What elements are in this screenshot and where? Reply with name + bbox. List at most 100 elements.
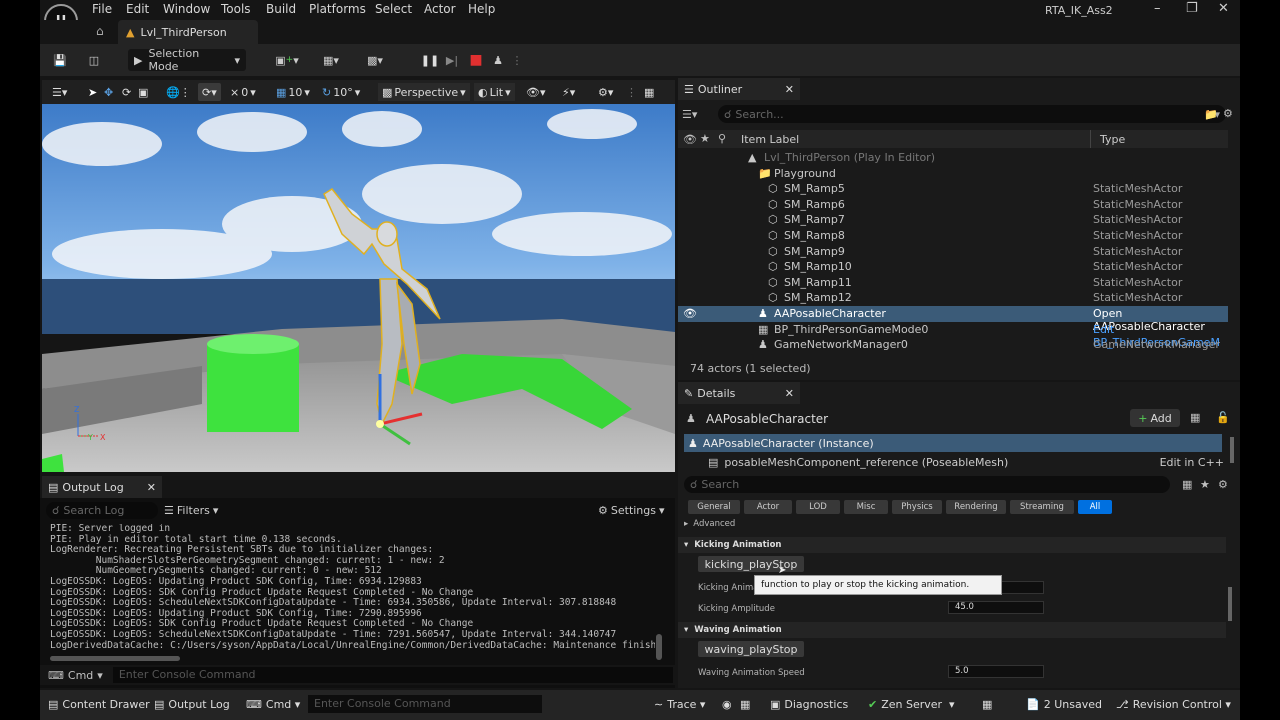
outliner-settings-icon[interactable]: ⚙ xyxy=(1223,107,1233,120)
content-drawer-button[interactable]: ▤ Content Drawer xyxy=(48,698,150,711)
tab-details[interactable]: ✎ Details ✕ xyxy=(678,382,800,404)
grid-snap-toggle[interactable]: ▦ 10 ▾ xyxy=(276,83,310,101)
outliner-row[interactable]: ⬡ SM_Ramp11 StaticMeshActor xyxy=(678,275,1228,291)
menu-actor[interactable]: Actor xyxy=(424,2,456,16)
blueprint-add-icon[interactable]: ▦ xyxy=(1190,411,1200,424)
log-cmd-dropdown[interactable]: Cmd xyxy=(68,669,93,682)
outliner-row[interactable]: ⬡ SM_Ramp5 StaticMeshActor xyxy=(678,181,1228,197)
camera-speed-toggle[interactable]: ⨯ 0 ▾ xyxy=(230,83,256,101)
viewport-options-icon[interactable]: ☰▾ xyxy=(52,83,67,101)
kicking-playstop-button[interactable]: kicking_playStop xyxy=(698,556,804,572)
log-vscrollbar[interactable] xyxy=(656,634,662,660)
tab-output-log[interactable]: ▤ Output Log ✕ xyxy=(42,476,162,498)
waving-category[interactable]: ▾ Waving Animation xyxy=(678,622,1226,638)
trace-dropdown[interactable]: ∼ Trace ▾ xyxy=(654,698,705,711)
outliner-row[interactable]: 👁 ♟ AAPosableCharacter Open AAPosableCharac… xyxy=(678,306,1228,333)
tab-outliner[interactable]: ☰ Outliner ✕ xyxy=(678,78,800,100)
filter-physics[interactable]: Physics xyxy=(892,500,942,514)
filter-general[interactable]: General xyxy=(688,500,740,514)
table-view-icon[interactable]: ▦ xyxy=(1182,478,1192,491)
viewport-more-icon[interactable]: ⋮ xyxy=(626,83,637,101)
menu-platforms[interactable]: Platforms xyxy=(309,2,366,16)
add-actor-icon[interactable]: ▣ + ▾ xyxy=(272,49,302,71)
log-settings-dropdown[interactable]: ⚙ Settings ▾ xyxy=(598,504,665,517)
waving-playstop-button[interactable]: waving_playStop xyxy=(698,641,804,657)
realtime-icon[interactable]: ⚡▾ xyxy=(562,83,575,101)
rotate-tool-icon[interactable]: ⟳ xyxy=(122,83,131,101)
lock-icon[interactable]: 🔓 xyxy=(1216,411,1230,424)
filter-lod[interactable]: LOD xyxy=(796,500,840,514)
details-settings-icon[interactable]: ⚙ xyxy=(1218,478,1228,491)
filter-rendering[interactable]: Rendering xyxy=(946,500,1006,514)
outliner-row[interactable]: ⬡ SM_Ramp8 StaticMeshActor xyxy=(678,228,1228,244)
selection-mode-dropdown[interactable]: ▶ Selection Mode ▾ xyxy=(128,47,246,73)
visibility-eye-icon[interactable]: 👁 xyxy=(683,307,697,320)
world-space-icon[interactable]: 🌐⋮ xyxy=(166,83,191,101)
save-icon[interactable]: 💾 xyxy=(50,49,70,71)
pin-col-icon[interactable]: ⚲ xyxy=(718,132,726,145)
favorite-col-icon[interactable]: ★ xyxy=(700,132,710,145)
show-flags-icon[interactable]: 👁▾ xyxy=(526,83,546,101)
outliner-row[interactable]: ⬡ SM_Ramp7 StaticMeshActor xyxy=(678,212,1228,228)
waving-speed-field[interactable]: 5.0 xyxy=(948,665,1044,678)
revision-control-dropdown[interactable]: ⎇ Revision Control ▾ xyxy=(1116,698,1231,711)
pause-icon[interactable]: ❚❚ xyxy=(421,49,439,71)
statusbar-console-input[interactable]: Enter Console Command xyxy=(308,695,542,713)
outliner-row[interactable]: ⬡ SM_Ramp10 StaticMeshActor xyxy=(678,259,1228,275)
close-window-icon[interactable]: ✕ xyxy=(1218,1,1229,16)
unsaved-button[interactable]: 📄 2 Unsaved xyxy=(1026,698,1102,711)
filter-streaming[interactable]: Streaming xyxy=(1010,500,1074,514)
content-browser-icon[interactable]: ◫ xyxy=(84,49,104,71)
edit-cpp-link[interactable]: Edit in C++ xyxy=(1160,456,1224,469)
details-scrollbar[interactable] xyxy=(1228,587,1232,621)
outliner-filter-icon[interactable]: ☰▾ xyxy=(682,108,697,121)
tab-level[interactable]: ▲ Lvl_ThirdPerson xyxy=(118,20,258,44)
select-tool-icon[interactable]: ➤ xyxy=(88,83,97,101)
outliner-row[interactable]: ⬡ SM_Ramp6 StaticMeshActor xyxy=(678,197,1228,213)
zen-server-dropdown[interactable]: ✔ Zen Server ▾ xyxy=(868,698,955,711)
stop-icon[interactable]: ■ xyxy=(468,49,484,71)
component-scrollbar[interactable] xyxy=(1230,437,1234,463)
maximize-icon[interactable]: ❐ xyxy=(1186,1,1198,16)
scale-tool-icon[interactable]: ▣ xyxy=(138,83,148,101)
add-folder-icon[interactable]: 📁 xyxy=(1204,108,1218,121)
close-tab-icon[interactable]: ✕ xyxy=(147,481,156,494)
outliner-row[interactable]: ▦ BP_ThirdPersonGameMode0 Edit BP_ThirdPer… xyxy=(678,322,1228,349)
close-tab-icon[interactable]: ✕ xyxy=(785,387,794,400)
surface-snap-icon[interactable]: ⟳▾ xyxy=(198,83,221,101)
record-icon[interactable]: ◉ xyxy=(722,698,732,711)
filters-dropdown[interactable]: ☰ Filters ▾ xyxy=(164,504,218,517)
filter-actor[interactable]: Actor xyxy=(744,500,792,514)
menu-edit[interactable]: Edit xyxy=(126,2,149,16)
close-tab-icon[interactable]: ✕ xyxy=(785,83,794,96)
menu-tools[interactable]: Tools xyxy=(221,2,251,16)
add-component-button[interactable]: + Add xyxy=(1130,409,1180,427)
filter-all[interactable]: All xyxy=(1078,500,1112,514)
menu-help[interactable]: Help xyxy=(468,2,495,16)
col-item-label[interactable]: Item Label xyxy=(741,133,799,146)
cinematics-icon[interactable]: ▩▾ xyxy=(358,49,392,71)
outliner-row[interactable]: ♟ GameNetworkManager0 GameNetworkManager xyxy=(678,337,1228,353)
details-actor-name[interactable]: AAPosableCharacter xyxy=(706,412,828,426)
eject-possess-icon[interactable]: ♟ xyxy=(490,49,506,71)
menu-build[interactable]: Build xyxy=(266,2,296,16)
outliner-row[interactable]: ⬡ SM_Ramp9 StaticMeshActor xyxy=(678,244,1228,260)
kicking-amplitude-field[interactable]: 45.0 xyxy=(948,601,1044,614)
minimize-icon[interactable]: – xyxy=(1154,1,1161,16)
more-options-icon[interactable]: ⋮ xyxy=(512,49,523,71)
lit-dropdown[interactable]: ◐ Lit ▾ xyxy=(474,83,515,101)
diagnostics-button[interactable]: ▣ Diagnostics xyxy=(770,698,848,711)
component-row[interactable]: ▤ posableMeshComponent_reference (Poseab… xyxy=(708,454,1224,470)
level-viewport[interactable]: Z Y X xyxy=(42,104,675,472)
instance-row[interactable]: ♟ AAPosableCharacter (Instance) xyxy=(684,434,1222,452)
source-control-icon[interactable]: ▦ xyxy=(982,698,992,711)
menu-window[interactable]: Window xyxy=(163,2,210,16)
advanced-row[interactable]: ▸ Advanced xyxy=(684,519,735,529)
statusbar-cmd-dropdown[interactable]: ⌨ Cmd ▾ xyxy=(246,698,300,711)
filter-misc[interactable]: Misc xyxy=(844,500,888,514)
skip-frame-icon[interactable]: ▶| xyxy=(444,49,460,71)
outliner-row[interactable]: ▲ Lvl_ThirdPerson (Play In Editor) xyxy=(678,150,1228,166)
statusbar-output-log-button[interactable]: ▤ Output Log xyxy=(154,698,230,711)
details-search-input[interactable]: ☌ Search xyxy=(684,476,1170,493)
rotation-snap-toggle[interactable]: ↻ 10° ▾ xyxy=(322,83,360,101)
